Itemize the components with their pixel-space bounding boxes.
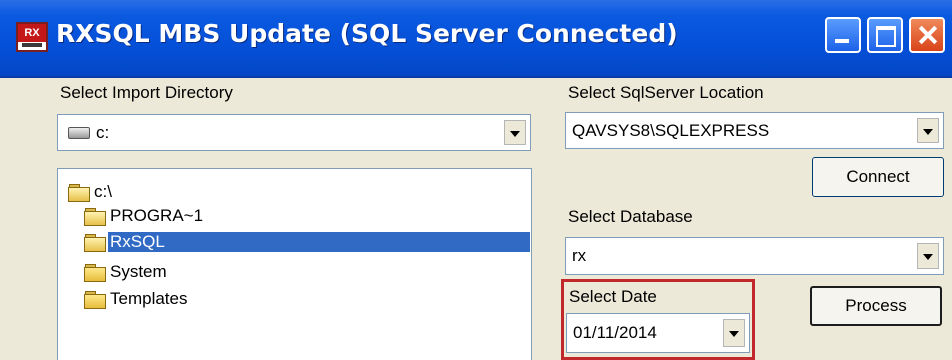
tree-item-label: Templates bbox=[110, 289, 188, 308]
database-value: rx bbox=[572, 246, 587, 265]
close-button[interactable] bbox=[909, 17, 945, 53]
database-label: Select Database bbox=[568, 207, 693, 226]
tree-item-label: PROGRA~1 bbox=[110, 206, 204, 225]
folder-icon bbox=[84, 264, 106, 282]
drive-value: c: bbox=[96, 122, 110, 142]
tree-item-label: RxSQL bbox=[108, 232, 530, 252]
chevron-down-icon[interactable] bbox=[504, 120, 526, 145]
minimize-button[interactable] bbox=[825, 17, 861, 53]
drive-select[interactable]: c: bbox=[57, 114, 531, 151]
database-select[interactable]: rx bbox=[565, 237, 944, 275]
window-title: RXSQL MBS Update (SQL Server Connected) bbox=[56, 19, 678, 48]
date-highlight-box bbox=[561, 279, 755, 360]
tree-item-label: System bbox=[110, 262, 167, 281]
tree-item-label: c:\ bbox=[94, 182, 112, 201]
process-button-label: Process bbox=[845, 296, 907, 315]
rxsql-app-icon[interactable]: RX bbox=[16, 22, 48, 52]
chevron-down-icon[interactable] bbox=[917, 118, 939, 143]
connect-button[interactable]: Connect bbox=[812, 157, 944, 197]
open-folder-icon bbox=[84, 234, 106, 252]
sqlserver-location-label: Select SqlServer Location bbox=[568, 83, 764, 102]
drive-icon bbox=[68, 126, 90, 139]
process-button[interactable]: Process bbox=[810, 286, 942, 326]
tree-item-rxsql[interactable]: RxSQL bbox=[84, 231, 530, 255]
sqlserver-location-select[interactable]: QAVSYS8\SQLEXPRESS bbox=[565, 112, 944, 149]
chevron-down-icon[interactable] bbox=[917, 243, 939, 269]
open-folder-icon bbox=[84, 208, 106, 226]
maximize-button[interactable] bbox=[867, 17, 903, 53]
import-directory-label: Select Import Directory bbox=[60, 83, 233, 102]
sqlserver-location-value: QAVSYS8\SQLEXPRESS bbox=[572, 120, 770, 140]
connect-button-label: Connect bbox=[846, 167, 910, 186]
directory-tree[interactable]: c:\ PROGRA~1 RxSQL System Templates bbox=[57, 168, 532, 360]
app-window: RX RXSQL MBS Update (SQL Server Connecte… bbox=[0, 0, 952, 360]
open-folder-icon bbox=[68, 184, 90, 202]
title-bar[interactable]: RX RXSQL MBS Update (SQL Server Connecte… bbox=[0, 0, 952, 78]
folder-icon bbox=[84, 291, 106, 309]
